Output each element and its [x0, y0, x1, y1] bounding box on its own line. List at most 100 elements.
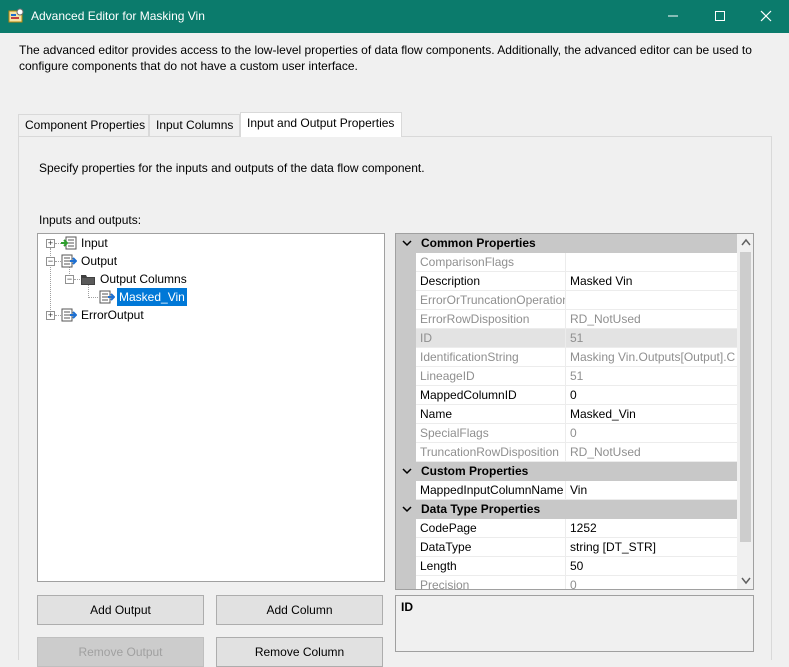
close-button[interactable] [743, 0, 789, 33]
tree-node-label: Output Columns [100, 272, 187, 286]
row-gutter [396, 329, 416, 348]
property-name: ErrorRowDisposition [416, 310, 566, 329]
minimize-icon [668, 15, 678, 17]
scrollbar-thumb[interactable] [740, 252, 751, 542]
title-bar: Advanced Editor for Masking Vin [0, 0, 789, 33]
expand-icon[interactable]: + [46, 311, 55, 320]
inputs-outputs-label: Inputs and outputs: [39, 213, 142, 227]
tab-input-output-properties[interactable]: Input and Output Properties [240, 112, 402, 137]
row-gutter [396, 386, 416, 405]
row-gutter [396, 576, 416, 589]
property-value[interactable]: 1252 [566, 519, 737, 538]
property-name: Length [416, 557, 566, 576]
property-name: ErrorOrTruncationOperation [416, 291, 566, 310]
category-data-type-properties[interactable]: Data Type Properties [396, 500, 737, 519]
property-value[interactable] [566, 291, 737, 310]
property-row[interactable]: ComparisonFlags [396, 253, 737, 272]
property-row[interactable]: Name Masked_Vin [396, 405, 737, 424]
tab-input-columns[interactable]: Input Columns [149, 114, 240, 136]
property-row[interactable]: TruncationRowDisposition RD_NotUsed [396, 443, 737, 462]
category-label: Data Type Properties [421, 502, 541, 516]
row-gutter [396, 291, 416, 310]
property-row[interactable]: SpecialFlags 0 [396, 424, 737, 443]
category-label: Custom Properties [421, 464, 529, 478]
property-value[interactable]: 51 [566, 329, 737, 348]
app-icon [8, 8, 24, 24]
property-row[interactable]: MappedInputColumnName Vin [396, 481, 737, 500]
remove-output-button[interactable]: Remove Output [37, 637, 204, 667]
folder-icon [80, 271, 96, 287]
row-gutter [396, 538, 416, 557]
collapse-icon[interactable]: − [46, 257, 55, 266]
property-row[interactable]: DataType string [DT_STR] [396, 538, 737, 557]
category-common-properties[interactable]: Common Properties [396, 234, 737, 253]
property-name: Precision [416, 576, 566, 589]
category-custom-properties[interactable]: Custom Properties [396, 462, 737, 481]
property-value[interactable]: Masked_Vin [566, 405, 737, 424]
row-gutter [396, 481, 416, 500]
property-grid-scrollbar[interactable] [737, 234, 753, 589]
scroll-down-icon[interactable] [737, 572, 753, 589]
property-value[interactable]: Masking Vin.Outputs[Output].C [566, 348, 737, 367]
remove-column-button[interactable]: Remove Column [216, 637, 383, 667]
add-output-button[interactable]: Add Output [37, 595, 204, 625]
tab-panel: Specify properties for the inputs and ou… [18, 136, 772, 667]
add-column-button[interactable]: Add Column [216, 595, 383, 625]
property-value[interactable]: 50 [566, 557, 737, 576]
property-description-title: ID [401, 600, 413, 614]
property-value[interactable] [566, 253, 737, 272]
property-grid[interactable]: Common Properties ComparisonFlags Descri… [395, 233, 754, 590]
property-value[interactable]: 0 [566, 386, 737, 405]
tree-node-label: Input [81, 236, 108, 250]
property-name: MappedInputColumnName [416, 481, 566, 500]
property-row[interactable]: IdentificationString Masking Vin.Outputs… [396, 348, 737, 367]
property-value[interactable]: 51 [566, 367, 737, 386]
property-value[interactable]: string [DT_STR] [566, 538, 737, 557]
collapse-icon[interactable]: − [65, 275, 74, 284]
property-name: CodePage [416, 519, 566, 538]
scroll-up-icon[interactable] [737, 234, 753, 251]
property-row[interactable]: MappedColumnID 0 [396, 386, 737, 405]
property-row[interactable]: LineageID 51 [396, 367, 737, 386]
property-name: ID [416, 329, 566, 348]
property-row[interactable]: Length 50 [396, 557, 737, 576]
tab-control: Component Properties Input Columns Input… [18, 112, 772, 667]
expand-icon[interactable]: + [46, 239, 55, 248]
row-gutter [396, 557, 416, 576]
editor-description: The advanced editor provides access to t… [19, 43, 752, 73]
row-gutter [396, 253, 416, 272]
row-gutter [396, 272, 416, 291]
maximize-icon [715, 11, 725, 21]
property-name: Description [416, 272, 566, 291]
tab-component-properties[interactable]: Component Properties [18, 114, 149, 136]
property-value[interactable]: 0 [566, 576, 737, 589]
property-row[interactable]: Precision 0 [396, 576, 737, 589]
tree-node-output[interactable]: − Output [38, 252, 338, 270]
property-row[interactable]: Description Masked Vin [396, 272, 737, 291]
property-row[interactable]: ErrorRowDisposition RD_NotUsed [396, 310, 737, 329]
inputs-outputs-tree[interactable]: + Input − Output − Output Columns Masked… [37, 233, 385, 582]
column-icon [99, 289, 116, 305]
property-name: TruncationRowDisposition [416, 443, 566, 462]
row-gutter [396, 443, 416, 462]
property-row-selected[interactable]: ID 51 [396, 329, 737, 348]
property-row[interactable]: ErrorOrTruncationOperation [396, 291, 737, 310]
input-icon [61, 235, 77, 251]
tree-node-masked-vin[interactable]: Masked_Vin [38, 288, 338, 306]
minimize-button[interactable] [650, 0, 696, 33]
tree-node-output-columns[interactable]: − Output Columns [38, 270, 338, 288]
property-name: LineageID [416, 367, 566, 386]
row-gutter [396, 348, 416, 367]
tree-node-error-output[interactable]: + ErrorOutput [38, 306, 338, 324]
property-value[interactable]: RD_NotUsed [566, 310, 737, 329]
property-value[interactable]: 0 [566, 424, 737, 443]
property-row[interactable]: CodePage 1252 [396, 519, 737, 538]
property-value[interactable]: RD_NotUsed [566, 443, 737, 462]
tree-node-input[interactable]: + Input [38, 234, 338, 252]
property-value[interactable]: Masked Vin [566, 272, 737, 291]
maximize-button[interactable] [697, 0, 743, 33]
close-icon [760, 10, 772, 22]
property-name: IdentificationString [416, 348, 566, 367]
tree-node-label: Masked_Vin [117, 288, 187, 306]
property-value[interactable]: Vin [566, 481, 737, 500]
